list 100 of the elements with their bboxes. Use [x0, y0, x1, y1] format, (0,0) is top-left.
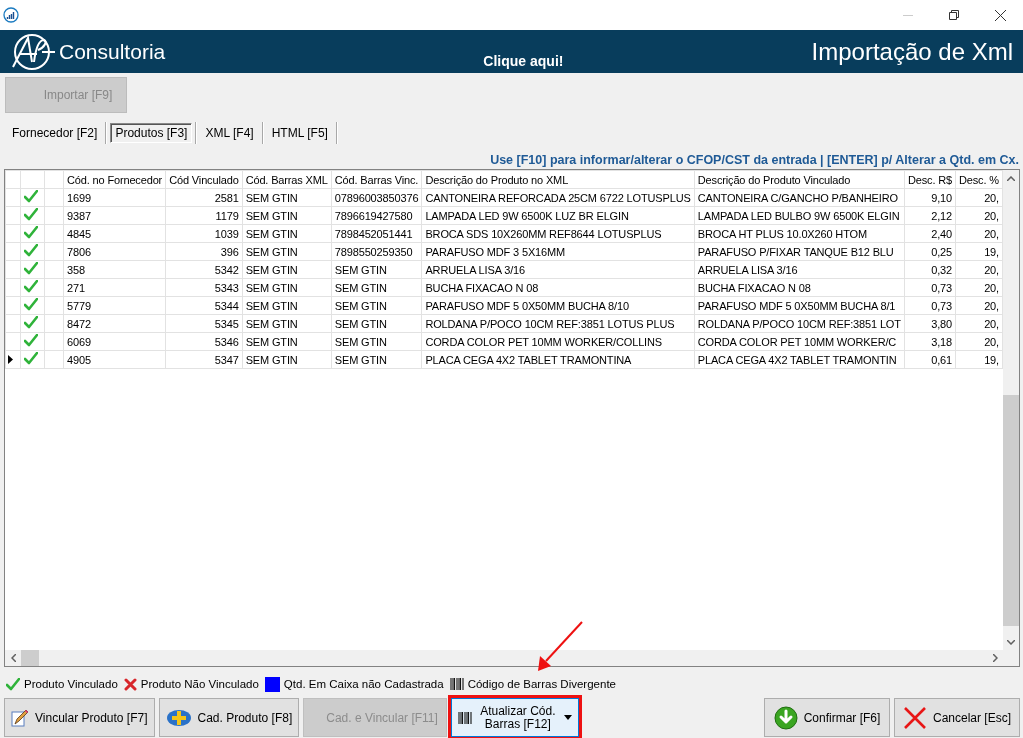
table-cell: ARRUELA LISA 3/16	[421, 260, 695, 279]
table-cell: CANTONEIRA REFORCADA 25CM 6722 LOTUSPLUS	[421, 188, 695, 207]
table-cell: 396	[165, 242, 243, 261]
table-cell: BUCHA FIXACAO N 08	[694, 278, 905, 297]
table-cell: 0,61	[904, 350, 956, 369]
table-cell: 4845	[63, 224, 166, 243]
tab[interactable]: XML [F4]	[200, 123, 259, 143]
cross-icon	[123, 677, 137, 691]
table-cell: 5779	[63, 296, 166, 315]
action-button[interactable]: Cad. Produto [F8]	[158, 698, 300, 737]
table-cell: 20,	[955, 188, 1003, 207]
barcode-icon	[457, 710, 472, 725]
table-cell: 5345	[165, 314, 243, 333]
table-cell: 1699	[63, 188, 166, 207]
tab[interactable]: Produtos [F3]	[110, 123, 193, 143]
table-cell: 2581	[165, 188, 243, 207]
table-cell: 5342	[165, 260, 243, 279]
table-cell: SEM GTIN	[242, 242, 332, 261]
table-cell: CANTONEIRA C/GANCHO P/BANHEIRO	[694, 188, 905, 207]
column-header[interactable]: Descrição do Produto Vinculado	[694, 170, 905, 189]
table-cell: SEM GTIN	[331, 314, 422, 333]
current-row-icon	[8, 354, 13, 364]
table-cell: 1179	[165, 206, 243, 225]
scrollbar-thumb[interactable]	[1003, 395, 1019, 626]
column-header[interactable]: Desc. R$	[904, 170, 956, 189]
legend-label: Qtd. Em Caixa não Cadastrada	[283, 678, 444, 690]
table-cell: PARAFUSO MDF 3 5X16MM	[421, 242, 695, 261]
scrollbar-thumb[interactable]	[21, 650, 39, 666]
table-cell: CORDA COLOR PET 10MM WORKER/C	[694, 332, 905, 351]
table-cell: BUCHA FIXACAO N 08	[421, 278, 695, 297]
table-cell: 3,80	[904, 314, 956, 333]
table-cell: PLACA CEGA 4X2 TABLET TRAMONTINA	[421, 350, 695, 369]
table-cell: 6069	[63, 332, 166, 351]
scroll-up-icon[interactable]	[1007, 175, 1015, 181]
table-cell: SEM GTIN	[331, 296, 422, 315]
action-button[interactable]: Confirmar [F6]	[764, 698, 890, 737]
action-button[interactable]: Cancelar [Esc]	[894, 698, 1020, 737]
table-cell: 8472	[63, 314, 166, 333]
table-cell: 3,18	[904, 332, 956, 351]
table-cell: PARAFUSO MDF 5 0X50MM BUCHA 8/1	[694, 296, 905, 315]
column-header[interactable]: Cód. Barras XML	[242, 170, 332, 189]
table-cell: SEM GTIN	[242, 296, 332, 315]
table-cell: 20,	[955, 260, 1003, 279]
table-cell: SEM GTIN	[242, 188, 332, 207]
table-cell: 0,73	[904, 296, 956, 315]
table-cell: 5346	[165, 332, 243, 351]
table-cell: 7806	[63, 242, 166, 261]
vertical-scrollbar[interactable]	[1003, 170, 1019, 650]
table-cell: 7898550259350	[331, 242, 422, 261]
table-cell: 20,	[955, 314, 1003, 333]
tab[interactable]: Fornecedor [F2]	[7, 123, 103, 143]
close-icon[interactable]	[994, 9, 1006, 21]
table-cell: SEM GTIN	[242, 350, 332, 369]
table-cell: 358	[63, 260, 166, 279]
column-header[interactable]: Cód. Barras Vinc.	[331, 170, 422, 189]
table-cell: BROCA SDS 10X260MM REF8644 LOTUSPLUS	[421, 224, 695, 243]
table-cell: ROLDANA P/POCO 10CM REF:3851 LOTUS PLUS	[421, 314, 695, 333]
dropdown-button[interactable]: Atualizar Cód. Barras [F12]	[450, 698, 579, 737]
table-cell: SEM GTIN	[242, 278, 332, 297]
legend-label: Produto Vinculado	[24, 678, 118, 690]
brand-name: Consultoria	[59, 39, 166, 64]
scroll-right-icon[interactable]	[992, 654, 998, 662]
table-cell: PARAFUSO P/FIXAR TANQUE B12 BLU	[694, 242, 905, 261]
table-cell: SEM GTIN	[331, 278, 422, 297]
table-cell: SEM GTIN	[242, 206, 332, 225]
legend-label: Produto Não Vinculado	[140, 678, 259, 690]
action-button[interactable]: Vincular Produto [F7]	[4, 698, 155, 737]
app-icon	[3, 7, 19, 23]
table-cell: 4905	[63, 350, 166, 369]
table-cell: 20,	[955, 224, 1003, 243]
annotation-arrow	[538, 621, 583, 671]
table-cell: SEM GTIN	[242, 314, 332, 333]
table-cell: 7896619427580	[331, 206, 422, 225]
logo-icon	[10, 31, 56, 72]
scroll-down-icon[interactable]	[1007, 639, 1015, 645]
scroll-left-icon[interactable]	[10, 654, 16, 662]
restore-icon[interactable]	[949, 10, 959, 20]
table-cell: 20,	[955, 206, 1003, 225]
table-cell: 7898452051441	[331, 224, 422, 243]
column-header[interactable]: Desc. %	[955, 170, 1003, 189]
table-cell: LAMPADA LED BULBO 9W 6500K ELGIN	[694, 206, 905, 225]
tab[interactable]: HTML [F5]	[266, 123, 333, 143]
column-header[interactable]: Cód Vinculado	[165, 170, 243, 189]
square-icon	[264, 676, 280, 692]
table-cell: 9,10	[904, 188, 956, 207]
table-cell: 20,	[955, 278, 1003, 297]
table-cell: 2,12	[904, 206, 956, 225]
help-link[interactable]: Clique aqui!	[483, 53, 564, 69]
table-cell: LAMPADA LED 9W 6500K LUZ BR ELGIN	[421, 206, 695, 225]
table-cell: SEM GTIN	[242, 332, 332, 351]
cancel-icon	[903, 705, 927, 730]
table-cell: PLACA CEGA 4X2 TABLET TRAMONTIN	[694, 350, 905, 369]
table-cell: 0,32	[904, 260, 956, 279]
table-cell: 0,73	[904, 278, 956, 297]
pencil-icon	[11, 708, 29, 727]
column-header[interactable]: Cód. no Fornecedor	[63, 170, 166, 189]
horizontal-scrollbar[interactable]	[5, 650, 1003, 666]
column-header[interactable]: Descrição do Produto no XML	[421, 170, 695, 189]
table-cell: 19,	[955, 242, 1003, 261]
table-cell: 5344	[165, 296, 243, 315]
